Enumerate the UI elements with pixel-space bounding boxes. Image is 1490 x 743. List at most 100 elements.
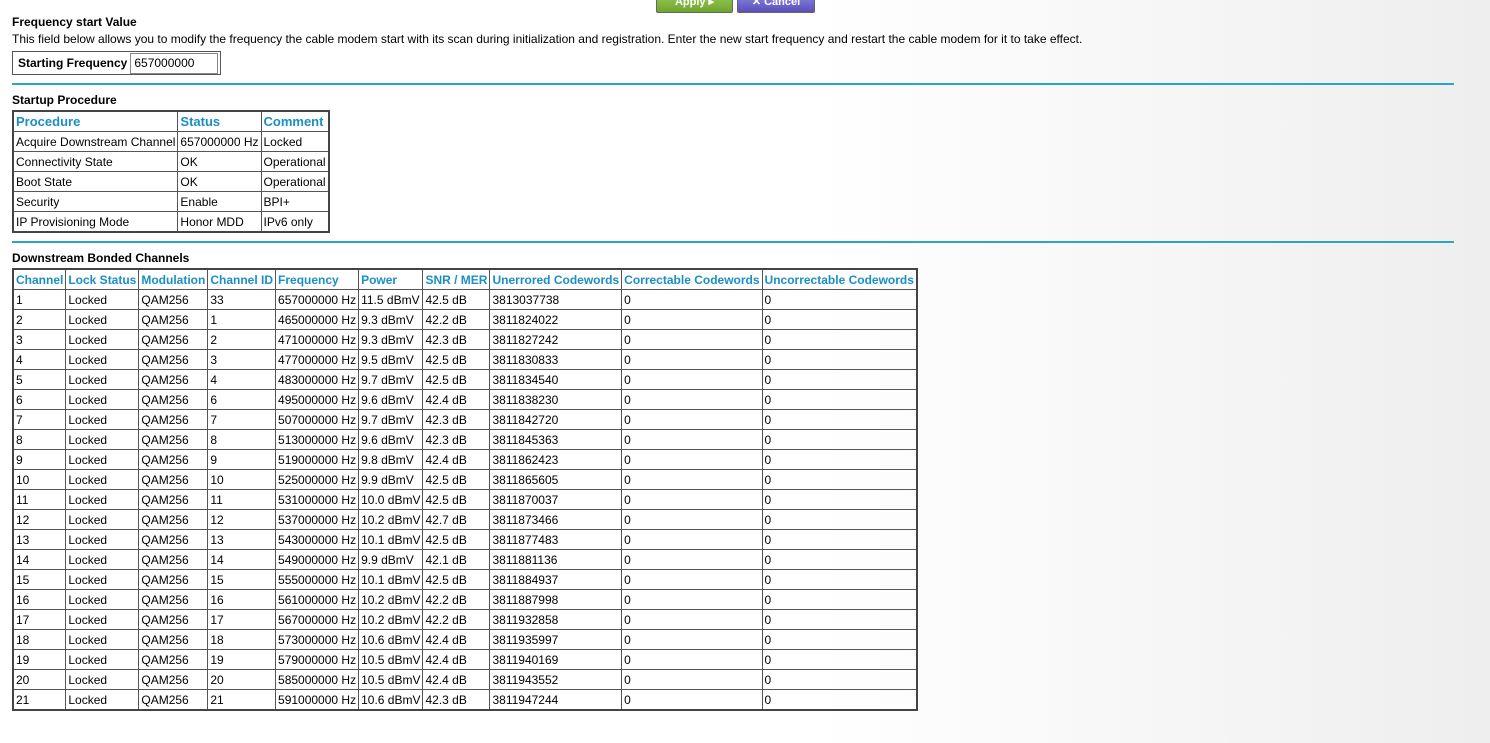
table-cell: 42.5 dB: [422, 369, 491, 390]
column-header: SNR / MER: [422, 268, 491, 290]
column-header: Frequency: [275, 268, 360, 290]
table-cell: Locked: [65, 569, 140, 590]
table-cell: QAM256: [138, 309, 209, 330]
cancel-button[interactable]: ✕ Cancel: [737, 0, 815, 13]
table-row: 3 Locked QAM256 2 471000000 Hz 9.3 dBmV 42.3 d…: [12, 329, 918, 350]
table-cell: Locked: [65, 369, 140, 390]
table-cell: 9.7 dBmV: [358, 369, 424, 390]
table-cell: QAM256: [138, 649, 209, 670]
table-row: 1 Locked QAM256 33 657000000 Hz 11.5 dBmV 42.5…: [12, 289, 918, 310]
table-cell: 9.9 dBmV: [358, 469, 424, 490]
table-cell: 507000000 Hz: [275, 409, 360, 430]
table-cell: 19: [12, 649, 67, 670]
downstream-section-title: Downstream Bonded Channels: [12, 251, 190, 265]
table-row: 19 Locked QAM256 19 579000000 Hz 10.5 dBmV 42.…: [12, 649, 918, 670]
table-row: 10 Locked QAM256 10 525000000 Hz 9.9 dBmV 42.5…: [12, 469, 918, 490]
table-cell: 4: [12, 349, 67, 370]
table-cell: 6: [207, 389, 277, 410]
column-header: Status: [177, 110, 262, 132]
table-cell: Locked: [65, 309, 140, 330]
table-cell: 9.7 dBmV: [358, 409, 424, 430]
table-cell: 42.4 dB: [422, 649, 491, 670]
table-cell: 42.2 dB: [422, 589, 491, 610]
table-cell: 3811827242: [489, 329, 623, 350]
apply-button[interactable]: Apply ▸: [656, 0, 733, 13]
table-cell: QAM256: [138, 409, 209, 430]
column-header: Modulation: [138, 268, 209, 290]
table-cell: QAM256: [138, 429, 209, 450]
table-cell: Locked: [65, 409, 140, 430]
table-cell: Locked: [65, 489, 140, 510]
table-cell: 0: [621, 469, 763, 490]
table-cell: 0: [761, 569, 918, 590]
table-cell: 42.4 dB: [422, 449, 491, 470]
table-cell: 3811877483: [489, 529, 623, 550]
table-cell: 543000000 Hz: [275, 529, 360, 550]
table-cell: 0: [761, 529, 918, 550]
table-cell: 3811932858: [489, 609, 623, 630]
table-cell: 8: [207, 429, 277, 450]
table-cell: 0: [621, 289, 763, 310]
table-cell: 7: [12, 409, 67, 430]
table-cell: 9.3 dBmV: [358, 309, 424, 330]
main-content: Frequency start Value This field below a…: [12, 15, 1454, 711]
table-cell: QAM256: [138, 469, 209, 490]
table-cell: QAM256: [138, 689, 209, 711]
table-cell: 9.5 dBmV: [358, 349, 424, 370]
table-row: 17 Locked QAM256 17 567000000 Hz 10.2 dBmV 42.…: [12, 609, 918, 630]
table-cell: 0: [761, 549, 918, 570]
table-cell: 3811842720: [489, 409, 623, 430]
frequency-description: This field below allows you to modify th…: [12, 32, 1083, 46]
table-cell: 21: [207, 689, 277, 711]
table-cell: 0: [621, 549, 763, 570]
table-cell: Locked: [65, 529, 140, 550]
table-cell: Locked: [65, 349, 140, 370]
table-cell: 8: [12, 429, 67, 450]
column-header: Uncorrectable Codewords: [761, 268, 918, 290]
table-cell: 3811862423: [489, 449, 623, 470]
table-cell: QAM256: [138, 629, 209, 650]
table-row: 15 Locked QAM256 15 555000000 Hz 10.1 dBmV 42.…: [12, 569, 918, 590]
table-cell: Locked: [65, 469, 140, 490]
frequency-section-title: Frequency start Value: [12, 15, 137, 29]
table-row: 16 Locked QAM256 16 561000000 Hz 10.2 dBmV 42.…: [12, 589, 918, 610]
table-cell: QAM256: [138, 449, 209, 470]
starting-frequency-input[interactable]: [130, 52, 219, 74]
table-cell: 0: [621, 409, 763, 430]
table-cell: 42.2 dB: [422, 309, 491, 330]
table-row: 6 Locked QAM256 6 495000000 Hz 9.6 dBmV 42.4 d…: [12, 389, 918, 410]
table-cell: Locked: [65, 689, 140, 711]
table-cell: 561000000 Hz: [275, 589, 360, 610]
table-cell: 2: [12, 309, 67, 330]
table-cell: 0: [621, 629, 763, 650]
table-row: 13 Locked QAM256 13 543000000 Hz 10.1 dBmV 42.…: [12, 529, 918, 550]
table-cell: 15: [12, 569, 67, 590]
table-cell: 18: [207, 629, 277, 650]
table-cell: 13: [207, 529, 277, 550]
table-cell: Locked: [65, 429, 140, 450]
table-cell: 42.3 dB: [422, 329, 491, 350]
table-cell: 21: [12, 689, 67, 711]
table-cell: 7: [207, 409, 277, 430]
table-row: Security Enable BPI+: [12, 191, 330, 212]
table-cell: Connectivity State: [12, 151, 179, 172]
table-cell: 3811824022: [489, 309, 623, 330]
table-cell: 657000000 Hz: [177, 131, 262, 152]
table-cell: 10.2 dBmV: [358, 589, 424, 610]
table-row: 21 Locked QAM256 21 591000000 Hz 10.6 dBmV 42.…: [12, 689, 918, 711]
table-row: Connectivity State OK Operational: [12, 151, 330, 172]
table-cell: 573000000 Hz: [275, 629, 360, 650]
table-cell: 14: [207, 549, 277, 570]
table-cell: 495000000 Hz: [275, 389, 360, 410]
table-cell: 42.1 dB: [422, 549, 491, 570]
table-cell: Locked: [65, 329, 140, 350]
startup-procedure-table: Procedure Status Comment Acquire Downstrea…: [12, 110, 330, 233]
table-cell: 9.6 dBmV: [358, 389, 424, 410]
table-cell: 10.6 dBmV: [358, 689, 424, 711]
table-cell: Locked: [65, 389, 140, 410]
table-cell: 0: [761, 349, 918, 370]
table-cell: 0: [621, 689, 763, 711]
table-cell: Locked: [65, 609, 140, 630]
column-header: Correctable Codewords: [621, 268, 763, 290]
table-cell: 0: [621, 489, 763, 510]
